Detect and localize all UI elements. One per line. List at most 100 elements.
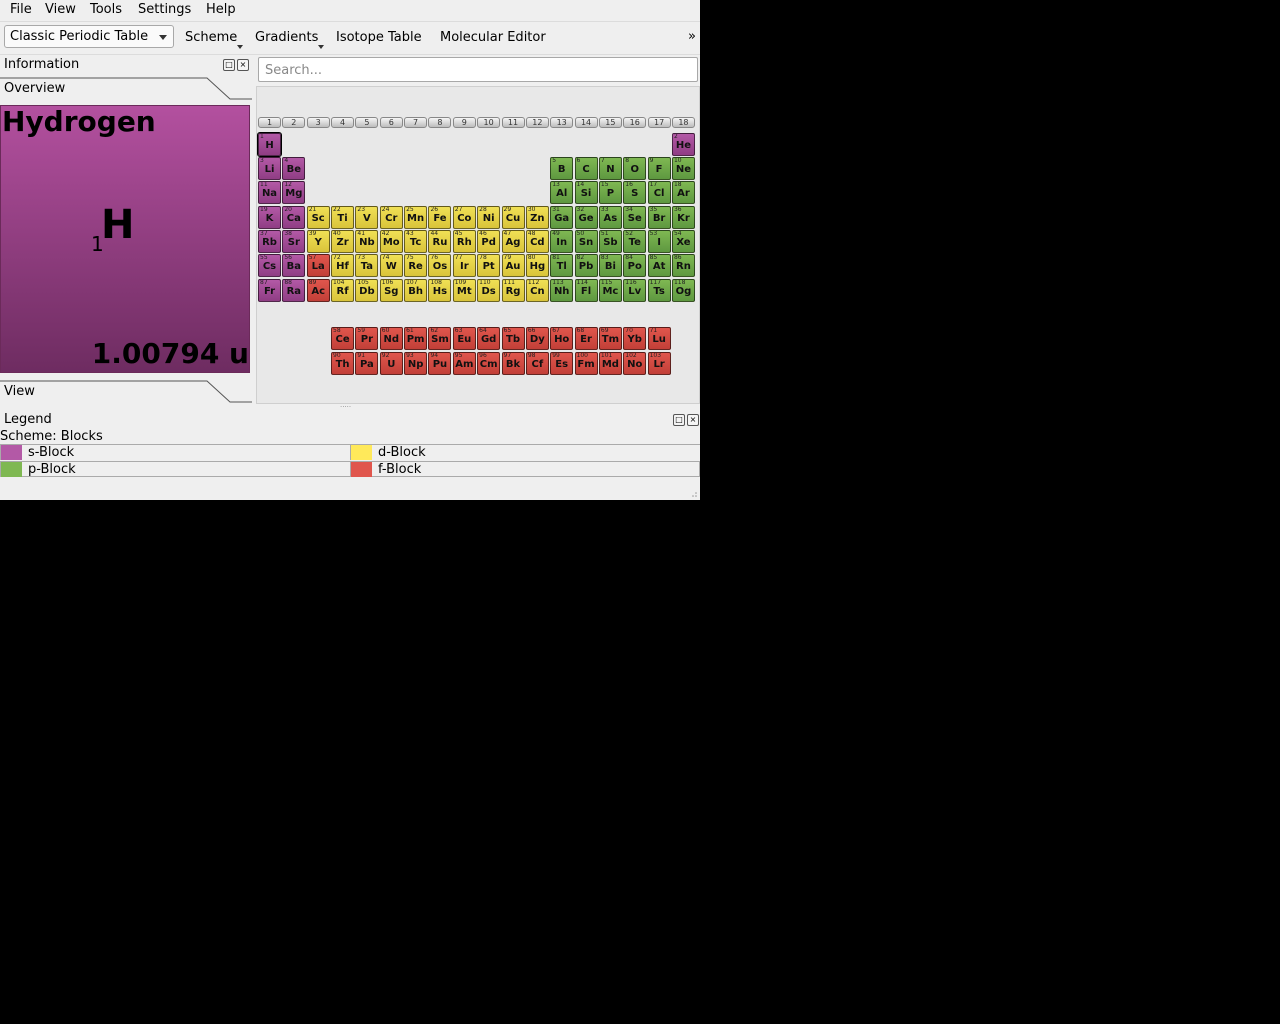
element-cell-he[interactable]: 2 He xyxy=(671,133,695,156)
close-icon[interactable]: × xyxy=(237,59,249,71)
element-cell-no[interactable]: 102 No xyxy=(623,352,647,375)
element-cell-si[interactable]: 14 Si xyxy=(574,181,598,204)
menu-settings[interactable]: Settings xyxy=(138,2,191,17)
element-cell-f[interactable]: 9F xyxy=(647,157,671,180)
element-cell-cs[interactable]: 55 Cs xyxy=(258,254,281,277)
element-cell-n[interactable]: 7N xyxy=(598,157,622,180)
element-cell-kr[interactable]: 36 Kr xyxy=(671,206,695,229)
element-cell-nh[interactable]: 113 Nh xyxy=(550,279,574,302)
element-cell-mt[interactable]: 109 Mt xyxy=(452,279,476,302)
element-cell-pd[interactable]: 46 Pd xyxy=(477,230,501,253)
element-cell-ra[interactable]: 88 Ra xyxy=(282,279,306,302)
element-cell-pr[interactable]: 59 Pr xyxy=(355,327,379,350)
element-cell-fr[interactable]: 87 Fr xyxy=(258,279,281,302)
element-cell-at[interactable]: 85 At xyxy=(647,254,671,277)
element-cell-nb[interactable]: 41 Nb xyxy=(355,230,379,253)
element-cell-rf[interactable]: 104 Rf xyxy=(331,279,355,302)
element-cell-te[interactable]: 52 Te xyxy=(623,230,647,253)
element-cell-hs[interactable]: 108 Hs xyxy=(428,279,452,302)
element-cell-rg[interactable]: 111 Rg xyxy=(501,279,525,302)
resize-grip-icon[interactable] xyxy=(688,488,698,498)
element-cell-ni[interactable]: 28 Ni xyxy=(477,206,501,229)
element-cell-re[interactable]: 75 Re xyxy=(404,254,428,277)
element-cell-in[interactable]: 49 In xyxy=(550,230,574,253)
element-cell-tl[interactable]: 81 Tl xyxy=(550,254,574,277)
menu-view[interactable]: View xyxy=(45,2,76,17)
element-cell-bi[interactable]: 83 Bi xyxy=(598,254,622,277)
table-type-select[interactable]: Classic Periodic Table xyxy=(4,25,174,48)
element-cell-ba[interactable]: 56 Ba xyxy=(282,254,306,277)
element-cell-mo[interactable]: 42 Mo xyxy=(379,230,403,253)
element-cell-yb[interactable]: 70 Yb xyxy=(623,327,647,350)
element-cell-ag[interactable]: 47 Ag xyxy=(501,230,525,253)
element-cell-ce[interactable]: 58 Ce xyxy=(331,327,355,350)
element-cell-au[interactable]: 79 Au xyxy=(501,254,525,277)
element-cell-lr[interactable]: 103 Lr xyxy=(647,352,671,375)
molecular-editor-button[interactable]: Molecular Editor xyxy=(440,30,546,45)
element-cell-fl[interactable]: 114 Fl xyxy=(574,279,598,302)
element-cell-mc[interactable]: 115 Mc xyxy=(598,279,622,302)
element-cell-sm[interactable]: 62 Sm xyxy=(428,327,452,350)
element-cell-sc[interactable]: 21 Sc xyxy=(306,206,330,229)
element-cell-os[interactable]: 76 Os xyxy=(428,254,452,277)
isotope-table-button[interactable]: Isotope Table xyxy=(336,30,422,45)
element-cell-rn[interactable]: 86 Rn xyxy=(671,254,695,277)
element-cell-ac[interactable]: 89 Ac xyxy=(306,279,330,302)
element-cell-xe[interactable]: 54 Xe xyxy=(671,230,695,253)
search-field[interactable] xyxy=(258,57,698,82)
element-cell-cu[interactable]: 29 Cu xyxy=(501,206,525,229)
element-cell-ds[interactable]: 110 Ds xyxy=(477,279,501,302)
element-cell-br[interactable]: 35 Br xyxy=(647,206,671,229)
element-cell-sg[interactable]: 106 Sg xyxy=(379,279,403,302)
element-cell-lv[interactable]: 116 Lv xyxy=(623,279,647,302)
element-cell-ho[interactable]: 67 Ho xyxy=(550,327,574,350)
element-cell-am[interactable]: 95 Am xyxy=(452,352,476,375)
element-cell-la[interactable]: 57 La xyxy=(306,254,330,277)
tab-view[interactable]: View xyxy=(0,380,252,405)
element-cell-md[interactable]: 101 Md xyxy=(598,352,622,375)
element-cell-cn[interactable]: 112 Cn xyxy=(525,279,549,302)
element-cell-b[interactable]: 5B xyxy=(550,157,574,180)
element-cell-og[interactable]: 118 Og xyxy=(671,279,695,302)
element-cell-bk[interactable]: 97 Bk xyxy=(501,352,525,375)
element-cell-mn[interactable]: 25 Mn xyxy=(404,206,428,229)
element-cell-ge[interactable]: 32 Ge xyxy=(574,206,598,229)
element-cell-fe[interactable]: 26 Fe xyxy=(428,206,452,229)
element-cell-k[interactable]: 19 K xyxy=(258,206,281,229)
element-cell-es[interactable]: 99 Es xyxy=(550,352,574,375)
element-cell-na[interactable]: 11 Na xyxy=(258,181,281,204)
element-cell-pb[interactable]: 82 Pb xyxy=(574,254,598,277)
tab-overview[interactable]: Overview xyxy=(0,77,252,102)
element-cell-ga[interactable]: 31 Ga xyxy=(550,206,574,229)
element-cell-hg[interactable]: 80 Hg xyxy=(525,254,549,277)
element-cell-er[interactable]: 68 Er xyxy=(574,327,598,350)
menu-tools[interactable]: Tools xyxy=(90,2,122,17)
element-cell-be[interactable]: 4 Be xyxy=(282,157,306,180)
periodic-table-view[interactable]: 1 2 3 4 5 6 7 8 9 10 11 12 13 14 15 16 17 18 1 H 2 He 3 Li 4 Be 5 B… xyxy=(256,86,700,404)
element-cell-co[interactable]: 27 Co xyxy=(452,206,476,229)
element-cell-ta[interactable]: 73 Ta xyxy=(355,254,379,277)
element-cell-al[interactable]: 13 Al xyxy=(550,181,574,204)
element-cell-th[interactable]: 90 Th xyxy=(331,352,355,375)
element-cell-rh[interactable]: 45 Rh xyxy=(452,230,476,253)
element-cell-po[interactable]: 84 Po xyxy=(623,254,647,277)
element-cell-cf[interactable]: 98 Cf xyxy=(525,352,549,375)
element-cell-mg[interactable]: 12 Mg xyxy=(282,181,306,204)
element-cell-tb[interactable]: 65 Tb xyxy=(501,327,525,350)
element-cell-p[interactable]: 15 P xyxy=(598,181,622,204)
element-cell-fm[interactable]: 100 Fm xyxy=(574,352,598,375)
element-cell-ru[interactable]: 44 Ru xyxy=(428,230,452,253)
toolbar-extension-icon[interactable]: » xyxy=(688,29,696,44)
element-cell-zr[interactable]: 40 Zr xyxy=(331,230,355,253)
menu-help[interactable]: Help xyxy=(206,2,236,17)
element-cell-ca[interactable]: 20 Ca xyxy=(282,206,306,229)
element-cell-pt[interactable]: 78 Pt xyxy=(477,254,501,277)
float-icon[interactable]: □ xyxy=(223,59,235,71)
splitter-handle[interactable]: ····· xyxy=(340,403,360,411)
menu-file[interactable]: File xyxy=(10,2,32,17)
element-cell-ne[interactable]: 10 Ne xyxy=(671,157,695,180)
element-cell-ir[interactable]: 77 Ir xyxy=(452,254,476,277)
element-cell-sn[interactable]: 50 Sn xyxy=(574,230,598,253)
gradients-button[interactable]: Gradients xyxy=(255,30,325,49)
element-cell-dy[interactable]: 66 Dy xyxy=(525,327,549,350)
